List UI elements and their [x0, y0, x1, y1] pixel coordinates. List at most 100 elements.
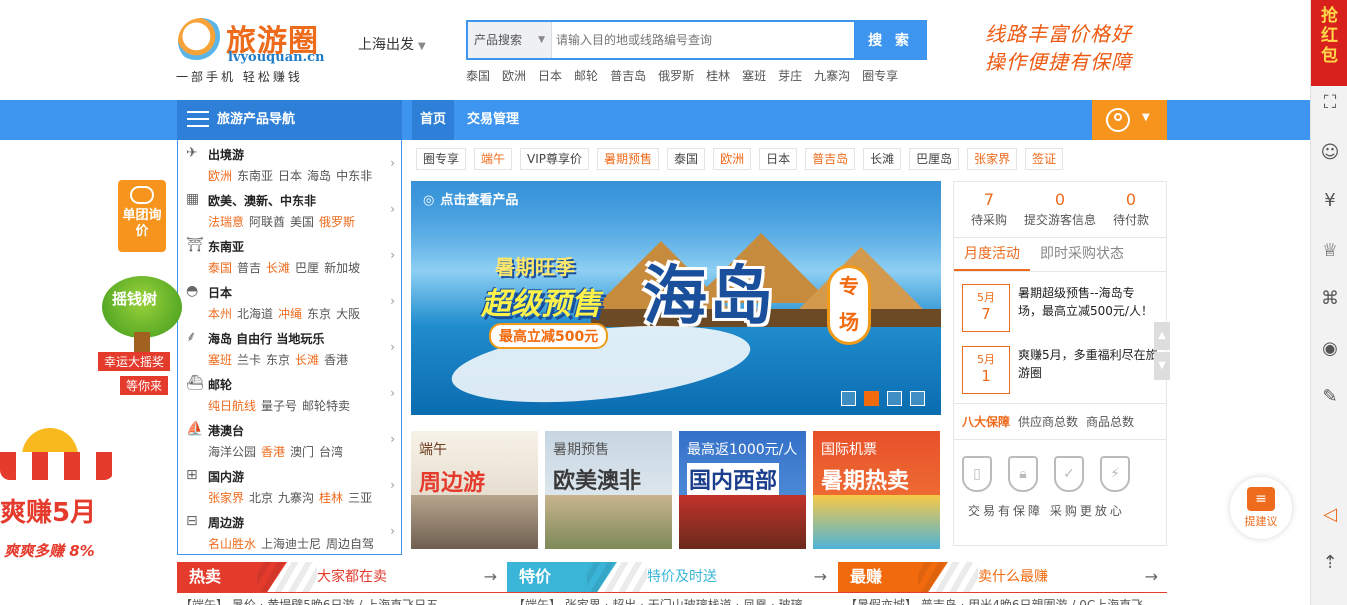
category-nav-title[interactable]: 旅游产品导航	[177, 100, 402, 140]
category-sub-link[interactable]: 日本	[278, 169, 302, 183]
quick-tag[interactable]: 圈专享	[416, 148, 467, 170]
ticker-item[interactable]: 【端午】 暑价 · 黄堤壁5晚6日游 / 上海直飞日五 ...	[180, 596, 453, 605]
category-sub-link[interactable]: 美国	[290, 215, 314, 229]
may-promo-widget[interactable]: 爽赚5月 爽爽多赚 8%	[0, 428, 120, 568]
hot-keyword-link[interactable]: 芽庄	[778, 67, 802, 84]
quick-tag[interactable]: VIP尊享价	[520, 148, 590, 170]
category-sub-link[interactable]: 台湾	[319, 445, 343, 459]
ticker-item[interactable]: 【暑假亦城】 普吉岛 · 甲米4晚6日親圍游 / 0C上海直飞 ...	[845, 596, 1158, 605]
category-item[interactable]: ⸙ 海岛 自由行 当地玩乐 塞班 兰卡 东京 长滩 香港 ›	[178, 324, 401, 370]
hot-keyword-link[interactable]: 九寨沟	[814, 67, 850, 84]
banner-dot[interactable]	[887, 391, 902, 406]
quick-tag[interactable]: 巴厘岛	[909, 148, 960, 170]
quick-tag[interactable]: 日本	[759, 148, 798, 170]
category-sub-link[interactable]: 长滩	[266, 261, 290, 275]
category-sub-link[interactable]: 名山胜水	[208, 537, 256, 551]
tab-product-count[interactable]: 商品总数	[1086, 404, 1134, 439]
category-sub-link[interactable]: 普吉	[237, 261, 261, 275]
tab-monthly-activity[interactable]: 月度活动	[954, 238, 1030, 271]
hot-keyword-link[interactable]: 俄罗斯	[658, 67, 694, 84]
category-item[interactable]: ⛩ 东南亚 泰国 普吉 长滩 巴厘 新加坡 ›	[178, 232, 401, 278]
back-to-top-icon[interactable]: ⇡	[1319, 552, 1341, 574]
category-sub-link[interactable]: 香港	[324, 353, 348, 367]
banner-view-products-link[interactable]: 点击查看产品	[423, 189, 518, 208]
quick-tag[interactable]: 张家界	[967, 148, 1018, 170]
category-sub-link[interactable]: 东京	[266, 353, 290, 367]
promo-bar[interactable]: 特价 特价及时送 →	[507, 562, 827, 592]
eye-icon[interactable]: ◉	[1319, 338, 1341, 360]
category-sub-link[interactable]: 纯日航线	[208, 399, 256, 413]
hot-keyword-link[interactable]: 泰国	[466, 67, 490, 84]
category-sub-link[interactable]: 法瑞意	[208, 215, 244, 229]
banner-dot[interactable]	[841, 391, 856, 406]
promo-bar[interactable]: 最赚 卖什么最赚 →	[838, 562, 1158, 592]
category-sub-link[interactable]: 澳门	[290, 445, 314, 459]
category-title[interactable]: 国内游	[208, 468, 401, 485]
inquiry-float-button[interactable]: 单团询价	[118, 180, 166, 252]
category-item[interactable]: ◓ 日本 本州 北海道 冲绳 东京 大阪 ›	[178, 278, 401, 324]
quick-tag[interactable]: 长滩	[863, 148, 902, 170]
hot-keyword-link[interactable]: 桂林	[706, 67, 730, 84]
category-item[interactable]: ⛵ 港澳台 海洋公园 香港 澳门 台湾 ›	[178, 416, 401, 462]
category-sub-link[interactable]: 香港	[261, 445, 285, 459]
category-sub-link[interactable]: 上海迪士尼	[261, 537, 321, 551]
category-sub-link[interactable]: 冲绳	[278, 307, 302, 321]
arrow-right-icon[interactable]: →	[1145, 562, 1158, 592]
category-sub-link[interactable]: 东南亚	[237, 169, 273, 183]
category-sub-link[interactable]: 中东非	[336, 169, 372, 183]
hot-keyword-link[interactable]: 圈专享	[862, 67, 898, 84]
category-sub-link[interactable]: 阿联酋	[249, 215, 285, 229]
category-sub-link[interactable]: 北海道	[237, 307, 273, 321]
currency-icon[interactable]: ¥	[1319, 190, 1341, 212]
category-title[interactable]: 港澳台	[208, 422, 401, 439]
category-sub-link[interactable]: 张家界	[208, 491, 244, 505]
quick-tag[interactable]: 暑期预售	[597, 148, 660, 170]
category-title[interactable]: 欧美、澳新、中东非	[208, 192, 401, 209]
arrow-right-icon[interactable]: →	[814, 562, 827, 592]
news-title[interactable]: 爽赚5月，多重福利尽在旅游圈	[1018, 346, 1158, 394]
order-stat[interactable]: 0 待付款	[1096, 182, 1166, 237]
category-sub-link[interactable]: 三亚	[348, 491, 372, 505]
category-sub-link[interactable]: 东京	[307, 307, 331, 321]
category-sub-link[interactable]: 大阪	[336, 307, 360, 321]
category-sub-link[interactable]: 海岛	[307, 169, 331, 183]
tab-supplier-count[interactable]: 供应商总数	[1018, 404, 1078, 439]
news-item[interactable]: 5月 1 爽赚5月，多重福利尽在旅游圈	[962, 346, 1166, 394]
search-input[interactable]	[552, 22, 853, 58]
crown-icon[interactable]: ♕	[1319, 240, 1341, 262]
category-title[interactable]: 周边游	[208, 514, 401, 531]
order-stat[interactable]: 7 待采购	[954, 182, 1024, 237]
category-title[interactable]: 东南亚	[208, 238, 401, 255]
category-sub-link[interactable]: 九寨沟	[278, 491, 314, 505]
user-menu-button[interactable]: ▼	[1092, 100, 1167, 140]
category-sub-link[interactable]: 海洋公园	[208, 445, 256, 459]
category-sub-link[interactable]: 长滩	[295, 353, 319, 367]
category-sub-link[interactable]: 本州	[208, 307, 232, 321]
site-logo[interactable]: 旅游圈 lvyouquan.cn 一部手机 轻松赚钱	[176, 14, 336, 84]
category-sub-link[interactable]: 泰国	[208, 261, 232, 275]
nav-home[interactable]: 首页	[412, 100, 455, 140]
category-sub-link[interactable]: 北京	[249, 491, 273, 505]
apps-icon[interactable]: ⌘	[1319, 288, 1341, 310]
scroll-down-button[interactable]: ▼	[1154, 352, 1170, 380]
hot-keyword-link[interactable]: 塞班	[742, 67, 766, 84]
news-item[interactable]: 5月 7 暑期超级预售--海岛专场，最高立减500元/人！	[962, 284, 1166, 332]
hot-keyword-link[interactable]: 日本	[538, 67, 562, 84]
category-sub-link[interactable]: 欧洲	[208, 169, 232, 183]
red-packet-button[interactable]: 抢红包	[1311, 0, 1347, 86]
category-item[interactable]: ✈ 出境游 欧洲 东南亚 日本 海岛 中东非 ›	[178, 140, 401, 186]
quick-tag[interactable]: 端午	[474, 148, 513, 170]
category-sub-link[interactable]: 兰卡	[237, 353, 261, 367]
category-item[interactable]: ⊞ 国内游 张家界 北京 九寨沟 桂林 三亚 ›	[178, 462, 401, 508]
tab-purchase-status[interactable]: 即时采购状态	[1030, 238, 1134, 271]
category-title[interactable]: 日本	[208, 284, 401, 301]
category-item[interactable]: ⊟ 周边游 名山胜水 上海迪士尼 周边自驾 ›	[178, 508, 401, 554]
category-title[interactable]: 邮轮	[208, 376, 401, 393]
quick-tag[interactable]: 欧洲	[713, 148, 752, 170]
scroll-up-button[interactable]: ▲	[1154, 322, 1170, 350]
category-item[interactable]: ⛴ 邮轮 纯日航线 量子号 邮轮特卖 ›	[178, 370, 401, 416]
sub-banner-west-china[interactable]: 最高返1000元/人 国内西部	[679, 431, 806, 549]
nav-trade-management[interactable]: 交易管理	[467, 100, 519, 140]
arrow-right-icon[interactable]: →	[484, 562, 497, 592]
money-tree-widget[interactable]: 摇钱树 幸运大摇奖 等你来	[98, 276, 186, 396]
